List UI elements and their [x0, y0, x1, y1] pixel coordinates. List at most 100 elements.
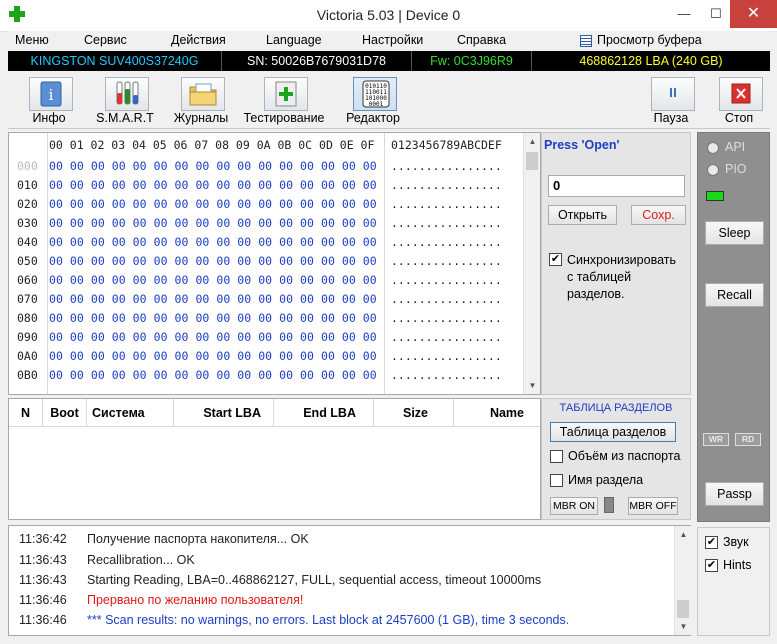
hex-row-ascii[interactable]: ................ — [391, 178, 502, 192]
scroll-up-arrow-icon[interactable]: ▲ — [524, 133, 541, 150]
hex-row-bytes[interactable]: 00 00 00 00 00 00 00 00 00 00 00 00 00 0… — [49, 292, 377, 306]
hex-offset: 090 — [17, 330, 38, 344]
partition-table[interactable]: N Boot Система Start LBA End LBA Size Na… — [8, 398, 541, 520]
hex-row-bytes[interactable]: 00 00 00 00 00 00 00 00 00 00 00 00 00 0… — [49, 330, 377, 344]
hex-row-bytes[interactable]: 00 00 00 00 00 00 00 00 00 00 00 00 00 0… — [49, 273, 377, 287]
hex-row-ascii[interactable]: ................ — [391, 159, 502, 173]
close-window-button[interactable]: ✕ — [730, 0, 777, 28]
pio-label: PIO — [725, 162, 747, 176]
interface-panel: API PIO Sleep Recall WR RD Passp — [697, 132, 770, 522]
svg-text:0001: 0001 — [369, 101, 384, 108]
log-scrollbar[interactable]: ▲ ▼ — [674, 526, 691, 635]
column-size[interactable]: Size — [374, 399, 454, 427]
smart-button[interactable]: S.M.A.R.T — [87, 76, 159, 128]
menu-service[interactable]: Сервис — [84, 33, 127, 47]
column-system[interactable]: Система — [87, 399, 174, 427]
scroll-up-arrow-icon[interactable]: ▲ — [675, 526, 692, 543]
log-panel[interactable]: 11:36:42 Получение паспорта накопителя...… — [8, 525, 691, 636]
menu-buffer-view[interactable]: Просмотр буфера — [597, 33, 702, 47]
window-title: Victoria 5.03 | Device 0 — [316, 7, 461, 23]
hex-row-bytes[interactable]: 00 00 00 00 00 00 00 00 00 00 00 00 00 0… — [49, 368, 377, 382]
test-tubes-icon — [105, 77, 149, 111]
mbr-indicator — [604, 497, 614, 513]
maximize-button[interactable]: ☐ — [700, 0, 732, 28]
hex-offset: 040 — [17, 235, 38, 249]
hex-row-ascii[interactable]: ................ — [391, 254, 502, 268]
column-n[interactable]: N — [9, 399, 43, 427]
partition-table-button[interactable]: Таблица разделов — [550, 422, 676, 442]
pio-radio[interactable] — [707, 164, 719, 176]
hex-row-ascii[interactable]: ................ — [391, 292, 502, 306]
hex-row-bytes[interactable]: 00 00 00 00 00 00 00 00 00 00 00 00 00 0… — [49, 178, 377, 192]
sector-input[interactable]: 0 — [548, 175, 685, 197]
hex-scrollbar[interactable]: ▲ ▼ — [523, 133, 540, 394]
hex-row-bytes[interactable]: 00 00 00 00 00 00 00 00 00 00 00 00 00 0… — [49, 235, 377, 249]
mbr-on-button[interactable]: MBR ON — [550, 497, 598, 515]
hex-row-bytes[interactable]: 00 00 00 00 00 00 00 00 00 00 00 00 00 0… — [49, 349, 377, 363]
testing-button[interactable]: Тестирование — [243, 76, 325, 128]
passp-button[interactable]: Passp — [705, 482, 764, 506]
hex-offset: 020 — [17, 197, 38, 211]
sync-label: Синхронизировать с таблицей разделов. — [567, 253, 676, 301]
menu-settings[interactable]: Настройки — [362, 33, 423, 47]
menu-actions[interactable]: Действия — [171, 33, 226, 47]
hex-offset: 050 — [17, 254, 38, 268]
info-button[interactable]: i Инфо — [11, 76, 83, 128]
hex-row-bytes[interactable]: 00 00 00 00 00 00 00 00 00 00 00 00 00 0… — [49, 254, 377, 268]
hex-row-ascii[interactable]: ................ — [391, 330, 502, 344]
passport-volume-checkbox[interactable] — [550, 450, 563, 463]
partition-name-checkbox[interactable] — [550, 474, 563, 487]
hints-checkbox[interactable]: ✔ — [705, 559, 718, 572]
hex-row-ascii[interactable]: ................ — [391, 216, 502, 230]
column-start-lba[interactable]: Start LBA — [174, 399, 274, 427]
svg-text:i: i — [49, 86, 54, 104]
recall-button[interactable]: Recall — [705, 283, 764, 307]
hex-row-ascii[interactable]: ................ — [391, 235, 502, 249]
hex-row-ascii[interactable]: ................ — [391, 368, 502, 382]
hex-row-bytes[interactable]: 00 00 00 00 00 00 00 00 00 00 00 00 00 0… — [49, 197, 377, 211]
minimize-button[interactable]: — — [668, 0, 700, 28]
info-icon: i — [29, 77, 73, 111]
open-button[interactable]: Открыть — [548, 205, 617, 225]
hex-scroll-thumb[interactable] — [526, 152, 538, 170]
buffer-view-icon — [580, 35, 592, 47]
hex-offset: 0B0 — [17, 368, 38, 382]
api-radio[interactable] — [707, 142, 719, 154]
logs-button[interactable]: Журналы — [163, 76, 235, 128]
menu-help[interactable]: Справка — [457, 33, 506, 47]
column-boot[interactable]: Boot — [43, 399, 87, 427]
drive-info-bar: KINGSTON SUV400S37240G SN: 50026B7679031… — [8, 51, 770, 71]
hex-row-bytes[interactable]: 00 00 00 00 00 00 00 00 00 00 00 00 00 0… — [49, 216, 377, 230]
toolbar: i Инфо S.M.A.R.T Журналы Тестирование 01… — [8, 71, 770, 129]
stop-icon — [719, 77, 763, 111]
log-entry: 11:36:46 Прервано по желанию пользователя… — [19, 593, 304, 607]
log-entry: 11:36:43 Recallibration... OK — [19, 553, 195, 567]
title-bar: Victoria 5.03 | Device 0 — ☐ ✕ — [0, 0, 777, 32]
scroll-down-arrow-icon[interactable]: ▼ — [524, 377, 541, 394]
binary-editor-icon: 010110 110011 101000 0001 — [353, 77, 397, 111]
hex-offset: 000 — [17, 159, 38, 173]
mbr-off-button[interactable]: MBR OFF — [628, 497, 678, 515]
column-end-lba[interactable]: End LBA — [274, 399, 374, 427]
drive-model: KINGSTON SUV400S37240G — [8, 51, 222, 71]
hex-editor[interactable]: 00 01 02 03 04 05 06 07 08 09 0A 0B 0C 0… — [8, 132, 541, 395]
sleep-button[interactable]: Sleep — [705, 221, 764, 245]
hex-row-bytes[interactable]: 00 00 00 00 00 00 00 00 00 00 00 00 00 0… — [49, 311, 377, 325]
scroll-down-arrow-icon[interactable]: ▼ — [675, 618, 692, 635]
partition-table-heading: ТАБЛИЦА РАЗДЕЛОВ — [559, 402, 673, 414]
log-entry: 11:36:42 Получение паспорта накопителя...… — [19, 532, 309, 546]
hex-row-ascii[interactable]: ................ — [391, 311, 502, 325]
sync-checkbox[interactable]: ✔ — [549, 253, 562, 266]
menu-language[interactable]: Language — [266, 33, 322, 47]
menu-main[interactable]: Меню — [15, 33, 49, 47]
hex-row-ascii[interactable]: ................ — [391, 273, 502, 287]
save-button[interactable]: Сохр. — [631, 205, 686, 225]
sound-checkbox[interactable]: ✔ — [705, 536, 718, 549]
hex-row-bytes[interactable]: 00 00 00 00 00 00 00 00 00 00 00 00 00 0… — [49, 159, 377, 173]
log-scroll-thumb[interactable] — [677, 600, 689, 618]
editor-button[interactable]: 010110 110011 101000 0001 Редактор — [335, 76, 407, 128]
hex-row-ascii[interactable]: ................ — [391, 197, 502, 211]
stop-button[interactable]: Стоп — [701, 76, 773, 128]
column-name[interactable]: Name — [454, 399, 540, 427]
hex-row-ascii[interactable]: ................ — [391, 349, 502, 363]
